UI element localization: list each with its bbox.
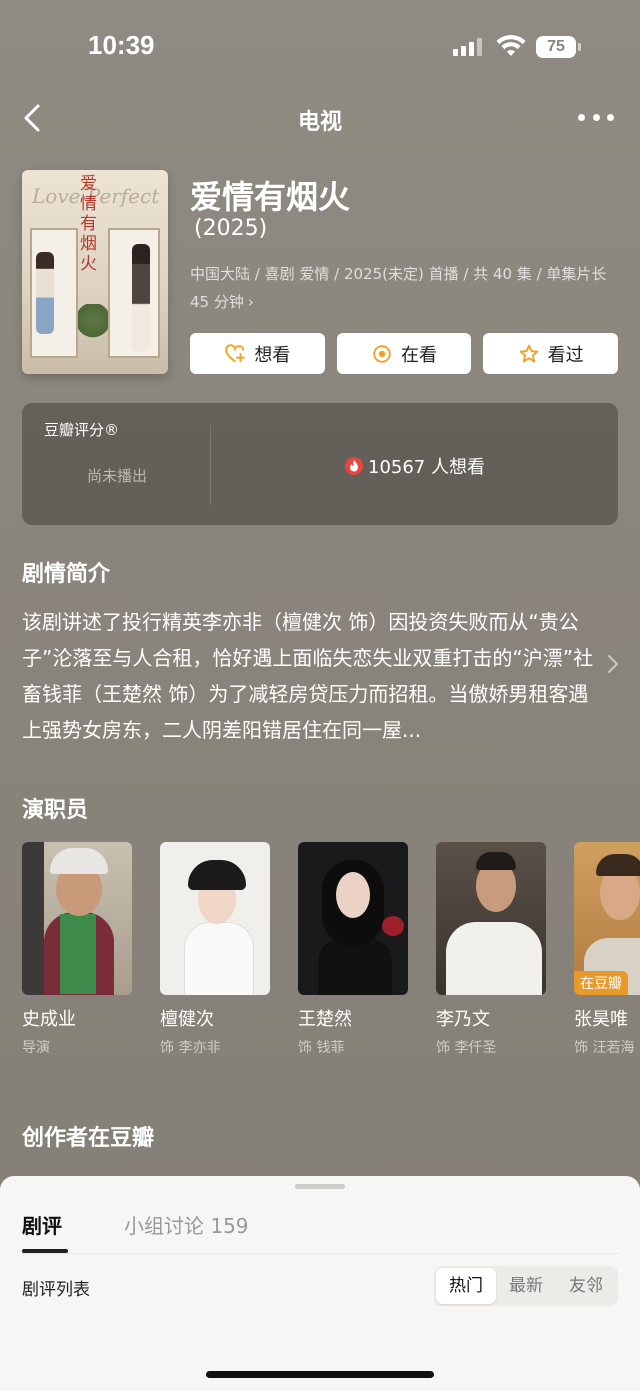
cast-role: 饰 李亦非 <box>160 1040 221 1056</box>
cast-item[interactable]: 史成业 导演 <box>22 842 132 1057</box>
status-time: 10:39 <box>88 30 155 60</box>
sort-latest[interactable]: 最新 <box>496 1268 556 1304</box>
tab-group-discussions[interactable]: 小组讨论 159 <box>124 1210 249 1239</box>
chevron-right-icon: › <box>247 293 254 311</box>
sort-hot[interactable]: 热门 <box>436 1268 496 1304</box>
show-poster[interactable]: Love Perfect 爱情有烟火 <box>22 170 168 374</box>
cast-name: 史成业 <box>22 1009 76 1030</box>
home-indicator[interactable] <box>206 1371 434 1378</box>
watched-button[interactable]: 看过 <box>483 333 619 374</box>
cellular-signal-icon <box>453 38 482 56</box>
cast-name: 王楚然 <box>298 1009 352 1030</box>
show-title: 爱情有烟火 <box>190 178 351 216</box>
cast-role: 导演 <box>22 1040 50 1056</box>
sort-friends[interactable]: 友邻 <box>556 1268 616 1304</box>
cast-role: 饰 汪若海 <box>574 1040 635 1056</box>
poster-figure-man <box>132 244 150 352</box>
cast-photo <box>436 842 546 995</box>
cast-photo: 在豆瓣 <box>574 842 640 995</box>
tab-reviews[interactable]: 剧评 <box>22 1210 62 1239</box>
wish-count-text: 10567 人想看 <box>368 457 485 478</box>
on-douban-badge: 在豆瓣 <box>574 971 628 995</box>
show-year: (2025) <box>194 216 268 241</box>
review-list-label: 剧评列表 <box>22 1280 90 1300</box>
status-bar: 10:39 75 <box>0 0 640 90</box>
synopsis-heading: 剧情简介 <box>22 562 111 587</box>
rating-divider <box>210 423 211 505</box>
show-meta-line1: 中国大陆 / 喜剧 爱情 / 2025(未定) 首播 / 共 40 集 / 单集… <box>190 265 607 283</box>
watching-button[interactable]: 在看 <box>336 333 472 374</box>
rating-card[interactable]: 豆瓣评分® 尚未播出 10567 人想看 <box>22 403 618 525</box>
cast-list: 史成业 导演 檀健次 饰 李亦非 王楚然 饰 钱菲 李乃文 饰 李仟圣 在豆瓣 … <box>22 842 640 1062</box>
cast-heading: 演职员 <box>22 798 89 823</box>
cast-name: 李乃文 <box>436 1009 490 1030</box>
synopsis-text[interactable]: 该剧讲述了投行精英李亦非（檀健次 饰）因投资失败而从“贵公子”沦落至与人合租，恰… <box>22 604 602 748</box>
poster-title-text: 爱情有烟火 <box>80 174 97 274</box>
star-icon <box>519 344 539 362</box>
rating-not-aired: 尚未播出 <box>86 467 147 485</box>
page-title: 电视 <box>297 110 342 135</box>
cast-name: 檀健次 <box>160 1009 214 1030</box>
watching-label: 在看 <box>401 344 437 366</box>
reviews-sheet: 剧评 小组讨论 159 剧评列表 热门 最新 友邻 <box>0 1176 640 1391</box>
want-to-watch-label: 想看 <box>254 344 291 366</box>
sheet-divider <box>22 1253 618 1254</box>
fire-icon <box>345 457 363 475</box>
poster-figure-woman <box>36 252 54 334</box>
cast-role: 饰 钱菲 <box>298 1040 345 1056</box>
cast-photo <box>298 842 408 995</box>
action-buttons: 想看 在看 看过 <box>190 333 619 374</box>
cast-role: 饰 李仟圣 <box>436 1040 497 1056</box>
cast-item[interactable]: 王楚然 饰 钱菲 <box>298 842 408 1057</box>
sort-segmented-control: 热门 最新 友邻 <box>434 1266 618 1306</box>
chevron-right-icon[interactable] <box>606 652 620 676</box>
cast-name: 张昊唯 <box>574 1009 628 1030</box>
want-to-watch-button[interactable]: 想看 <box>190 333 325 374</box>
battery-icon: 75 <box>536 36 581 58</box>
cast-photo <box>22 842 132 995</box>
wifi-icon <box>496 34 526 56</box>
poster-plant <box>78 304 108 344</box>
nav-bar: 电视 <box>0 96 640 140</box>
cast-item[interactable]: 在豆瓣 张昊唯 饰 汪若海 <box>574 842 640 1057</box>
show-meta[interactable]: 中国大陆 / 喜剧 爱情 / 2025(未定) 首播 / 共 40 集 / 单集… <box>190 260 620 316</box>
heart-plus-icon <box>225 343 246 362</box>
wish-count: 10567 人想看 <box>344 453 485 479</box>
more-options-icon[interactable] <box>578 102 614 132</box>
cast-photo <box>160 842 270 995</box>
cast-item[interactable]: 檀健次 饰 李亦非 <box>160 842 270 1057</box>
creators-heading: 创作者在豆瓣 <box>22 1126 155 1151</box>
douban-rating-label: 豆瓣评分® <box>44 421 120 439</box>
watched-label: 看过 <box>547 344 584 366</box>
sheet-drag-handle[interactable] <box>295 1184 345 1189</box>
show-meta-line2: 45 分钟 <box>190 293 244 311</box>
target-circle-icon <box>373 344 391 363</box>
cast-item[interactable]: 李乃文 饰 李仟圣 <box>436 842 546 1057</box>
